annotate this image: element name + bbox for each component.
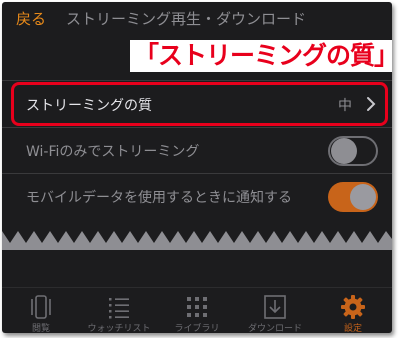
annotation-highlight-box <box>11 82 388 126</box>
page-title: ストリーミング再生・ダウンロード <box>66 10 307 28</box>
wifi-only-streaming-row: Wi-Fiのみでストリーミング <box>2 128 392 172</box>
gear-icon <box>341 295 365 319</box>
tab-library[interactable]: ライブラリ <box>158 288 236 333</box>
tab-download[interactable]: ダウンロード <box>236 288 314 333</box>
browse-icon <box>31 295 51 319</box>
tab-label: 閲覧 <box>31 324 50 333</box>
wifi-only-streaming-label: Wi-Fiのみでストリーミング <box>26 144 200 160</box>
grid-icon <box>187 297 207 317</box>
annotation-callout: 「ストリーミングの質」 <box>130 40 392 72</box>
toggle-knob <box>350 184 376 210</box>
tab-browse[interactable]: 閲覧 <box>2 288 80 333</box>
tab-label: ライブラリ <box>174 324 220 333</box>
tab-bar: 閲覧 ウォッチリスト ライブラリ ダウンロード 設定 <box>2 287 392 333</box>
mobile-data-notify-toggle[interactable] <box>328 182 378 212</box>
tab-settings[interactable]: 設定 <box>314 288 392 333</box>
tab-label: ウォッチリスト <box>87 324 151 333</box>
mobile-data-notify-row: モバイルデータを使用するときに通知する <box>2 174 392 218</box>
toggle-knob <box>331 138 357 164</box>
download-icon <box>264 295 286 319</box>
mobile-data-notify-label: モバイルデータを使用するときに通知する <box>26 190 292 206</box>
tab-watchlist[interactable]: ウォッチリスト <box>80 288 158 333</box>
list-icon <box>109 298 129 319</box>
tab-label: ダウンロード <box>247 324 302 333</box>
back-button[interactable]: 戻る <box>16 8 46 29</box>
cut-marker-zigzag <box>2 224 392 250</box>
tab-label: 設定 <box>343 324 362 333</box>
wifi-only-streaming-toggle[interactable] <box>328 136 378 166</box>
navigation-bar: 戻る ストリーミング再生・ダウンロード <box>2 2 392 36</box>
divider <box>2 80 392 81</box>
app-window: 戻る ストリーミング再生・ダウンロード 「ストリーミングの質」 ストリーミングの… <box>2 2 392 333</box>
